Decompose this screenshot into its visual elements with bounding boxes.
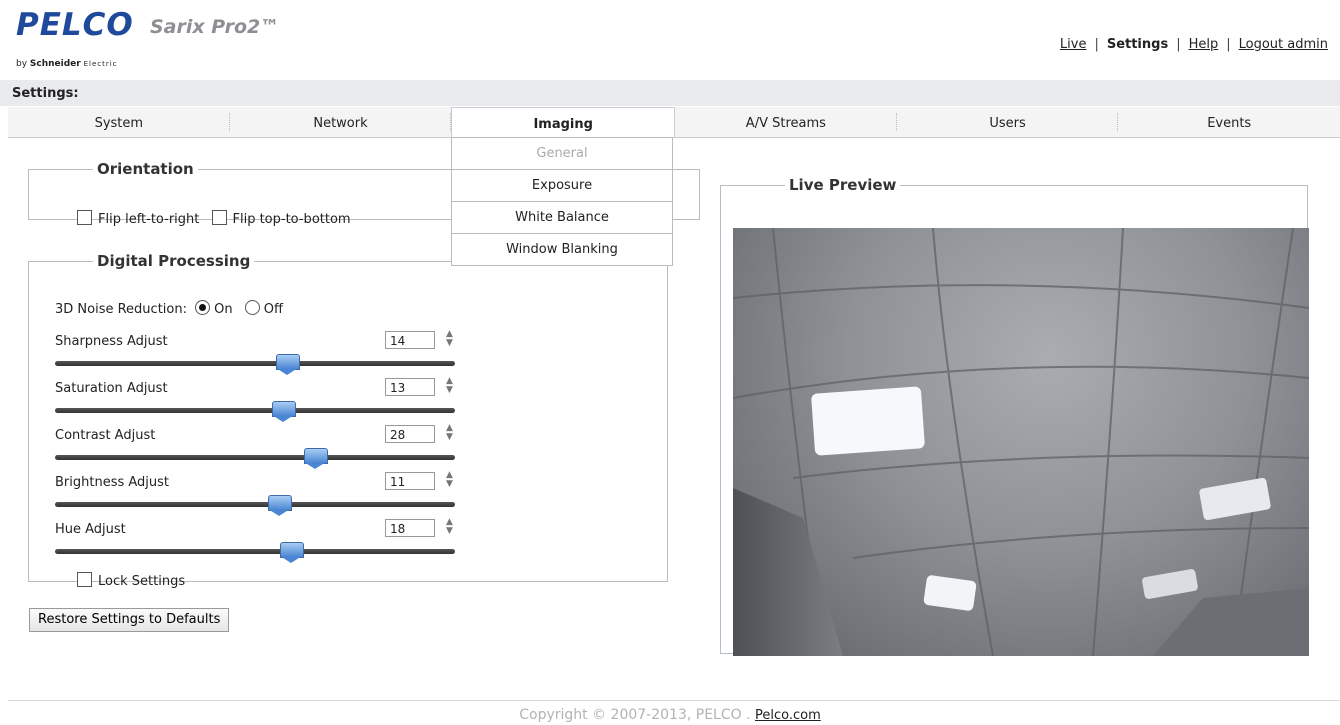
digital-processing-panel: Digital Processing 3D Noise Reduction: O…	[28, 252, 668, 589]
brightness-control: Brightness Adjust 11 ▲ ▼	[55, 471, 455, 521]
hue-control: Hue Adjust 18 ▲ ▼	[55, 518, 455, 568]
lock-settings-checkbox[interactable]	[77, 572, 92, 587]
tab-imaging[interactable]: Imaging	[451, 107, 676, 137]
header: PELCO Sarix Pro2™ by Schneider Electric …	[0, 0, 1340, 80]
nav-separator: |	[1226, 37, 1231, 52]
pelco-link[interactable]: Pelco.com	[755, 708, 821, 723]
noise-on-radio[interactable]	[195, 300, 211, 315]
contrast-spinner-icon[interactable]: ▲ ▼	[446, 424, 453, 442]
tab-label: Network	[313, 116, 368, 131]
tab-system[interactable]: System	[8, 107, 230, 137]
tab-events[interactable]: Events	[1118, 107, 1340, 137]
settings-link[interactable]: Settings	[1107, 37, 1168, 52]
brand-name: PELCO	[16, 7, 134, 43]
schneider-tagline: by Schneider Electric	[16, 59, 118, 69]
noise-reduction-label: 3D Noise Reduction:	[55, 302, 187, 317]
submenu-item-exposure[interactable]: Exposure	[452, 170, 672, 202]
copyright-text: Copyright © 2007-2013, PELCO .	[519, 707, 751, 723]
brightness-spinner-icon[interactable]: ▲ ▼	[446, 471, 453, 489]
noise-off-label: Off	[263, 302, 283, 317]
restore-defaults-button[interactable]: Restore Settings to Defaults	[29, 608, 230, 632]
settings-bar: Settings:	[0, 80, 1340, 106]
flip-top-bottom-checkbox[interactable]	[211, 210, 227, 225]
contrast-control: Contrast Adjust 28 ▲ ▼	[55, 424, 455, 474]
noise-on-label: On	[214, 302, 233, 317]
live-link[interactable]: Live	[1060, 37, 1087, 52]
saturation-slider[interactable]	[55, 408, 455, 413]
tagline-by: by	[16, 59, 28, 69]
tab-label: Events	[1207, 116, 1252, 131]
hue-slider[interactable]	[55, 549, 455, 554]
saturation-label: Saturation Adjust	[55, 381, 168, 396]
imaging-submenu: General Exposure White Balance Window Bl…	[451, 137, 673, 266]
brightness-slider-thumb[interactable]	[268, 495, 292, 516]
submenu-item-white-balance[interactable]: White Balance	[452, 202, 672, 234]
nav-separator: |	[1094, 37, 1099, 52]
tab-users[interactable]: Users	[897, 107, 1119, 137]
flip-left-right-label: Flip left-to-right	[98, 212, 200, 227]
contrast-value-input[interactable]: 28	[385, 425, 435, 443]
tab-label: A/V Streams	[745, 116, 826, 131]
digital-processing-title: Digital Processing	[97, 252, 251, 270]
sharpness-control: Sharpness Adjust 14 ▲ ▼	[55, 330, 455, 380]
brightness-label: Brightness Adjust	[55, 475, 170, 490]
tagline-suffix: Electric	[83, 60, 118, 68]
submenu-item-window-blanking[interactable]: Window Blanking	[452, 234, 672, 265]
tagline-company: Schneider	[29, 59, 81, 69]
help-link[interactable]: Help	[1189, 37, 1219, 52]
sharpness-slider-thumb[interactable]	[276, 354, 300, 375]
tab-av-streams[interactable]: A/V Streams	[675, 107, 897, 137]
sharpness-value-input[interactable]: 14	[385, 331, 435, 349]
main-tabs: System Network Imaging A/V Streams Users…	[8, 107, 1340, 138]
orientation-title: Orientation	[97, 160, 194, 178]
orientation-options: Flip left-to-right Flip top-to-bottom	[77, 210, 351, 227]
top-nav: Live | Settings | Help | Logout admin	[1060, 37, 1328, 52]
saturation-spinner-icon[interactable]: ▲ ▼	[446, 377, 453, 395]
footer: Copyright © 2007-2013, PELCO . Pelco.com	[0, 707, 1340, 723]
lock-settings-row: Lock Settings	[77, 572, 185, 589]
live-preview-title: Live Preview	[789, 176, 897, 194]
contrast-slider[interactable]	[55, 455, 455, 460]
pelco-logo: PELCO Sarix Pro2™ by Schneider Electric	[16, 7, 279, 70]
contrast-label: Contrast Adjust	[55, 428, 156, 443]
sharpness-label: Sharpness Adjust	[55, 334, 168, 349]
tab-label: Imaging	[533, 117, 593, 132]
product-name: Sarix Pro2™	[150, 16, 280, 38]
submenu-item-general: General	[452, 138, 672, 170]
tab-network[interactable]: Network	[230, 107, 452, 137]
sharpness-spinner-icon[interactable]: ▲ ▼	[446, 330, 453, 348]
ceiling-scene	[733, 228, 1309, 656]
lock-settings-label: Lock Settings	[98, 574, 186, 589]
nav-separator: |	[1176, 37, 1181, 52]
hue-slider-thumb[interactable]	[280, 542, 304, 563]
flip-top-bottom-label: Flip top-to-bottom	[232, 212, 351, 227]
settings-title: Settings:	[12, 86, 79, 101]
camera-feed-image	[733, 228, 1309, 656]
contrast-slider-thumb[interactable]	[304, 448, 328, 469]
tab-label: Users	[989, 116, 1026, 131]
live-preview-panel: Live Preview	[720, 176, 1309, 656]
sharpness-slider[interactable]	[55, 361, 455, 366]
footer-divider	[8, 700, 1340, 701]
saturation-value-input[interactable]: 13	[385, 378, 435, 396]
flip-left-right-checkbox[interactable]	[77, 210, 92, 225]
saturation-slider-thumb[interactable]	[272, 401, 296, 422]
brightness-value-input[interactable]: 11	[385, 472, 435, 490]
brightness-slider[interactable]	[55, 502, 455, 507]
noise-reduction-row: 3D Noise Reduction: On Off	[55, 300, 283, 317]
hue-value-input[interactable]: 18	[385, 519, 435, 537]
logout-link[interactable]: Logout admin	[1239, 37, 1328, 52]
hue-label: Hue Adjust	[55, 522, 126, 537]
noise-off-radio[interactable]	[244, 300, 260, 315]
hue-spinner-icon[interactable]: ▲ ▼	[446, 518, 453, 536]
saturation-control: Saturation Adjust 13 ▲ ▼	[55, 377, 455, 427]
tab-label: System	[94, 116, 144, 131]
